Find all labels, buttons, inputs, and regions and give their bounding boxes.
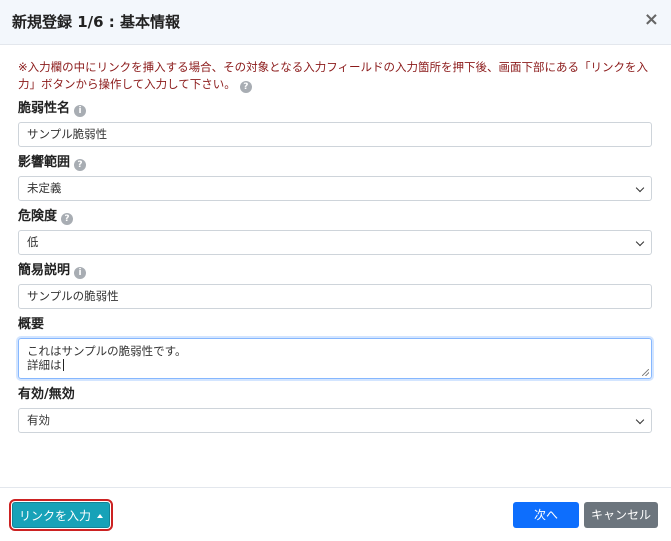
help-icon[interactable]: ? [239,81,252,93]
help-icon[interactable]: ? [61,213,74,225]
impact-label-text: 影響範囲 [18,155,71,170]
overview-group: 概要 これはサンプルの脆弱性です。 詳細は [18,317,652,379]
cancel-button[interactable]: キャンセル [584,502,658,528]
modal-header: 新規登録 1/6 : 基本情報 × [0,0,671,45]
insert-link-button[interactable]: リンクを入力 [9,499,113,531]
notice-text: ※入力欄の中にリンクを挿入する場合、その対象となる入力フィールドの入力箇所を押下… [18,60,649,91]
enabled-select[interactable]: 有効 [18,408,652,433]
text-cursor [62,359,64,371]
register-modal: 新規登録 1/6 : 基本情報 × ※入力欄の中にリンクを挿入する場合、その対象… [0,0,671,540]
enabled-group: 有効/無効 有効 [18,387,652,433]
overview-textarea[interactable]: これはサンプルの脆弱性です。 詳細は [18,338,652,379]
severity-label: 危険度? [18,209,652,225]
impact-group: 影響範囲? 未定義 [18,155,652,201]
next-button[interactable]: 次へ [513,502,579,528]
vuln-name-input[interactable]: サンプル脆弱性 [18,122,652,147]
vuln-name-label-text: 脆弱性名 [18,101,71,116]
summary-group: 簡易説明 i サンプルの脆弱性 [18,263,652,309]
insert-link-label: リンクを入力 [18,509,91,523]
info-icon[interactable]: i [74,267,87,279]
summary-input[interactable]: サンプルの脆弱性 [18,284,652,309]
info-icon[interactable]: i [74,105,87,117]
impact-label: 影響範囲? [18,155,652,171]
impact-select[interactable]: 未定義 [18,176,652,201]
summary-label: 簡易説明 i [18,263,652,279]
vuln-name-group: 脆弱性名 i サンプル脆弱性 [18,101,652,147]
severity-group: 危険度? 低 [18,209,652,255]
severity-label-text: 危険度 [18,209,58,224]
caret-up-icon [97,514,103,518]
modal-footer: リンクを入力 次へ キャンセル [0,487,671,541]
help-icon[interactable]: ? [74,159,87,171]
close-icon[interactable]: × [644,10,659,30]
overview-text: これはサンプルの脆弱性です。 詳細は [27,344,187,372]
resize-handle[interactable] [642,369,649,376]
severity-select[interactable]: 低 [18,230,652,255]
vuln-name-label: 脆弱性名 i [18,101,652,117]
modal-title: 新規登録 1/6 : 基本情報 [12,13,181,31]
link-insert-notice: ※入力欄の中にリンクを挿入する場合、その対象となる入力フィールドの入力箇所を押下… [18,59,652,93]
enabled-label: 有効/無効 [18,387,75,402]
overview-label: 概要 [18,317,45,332]
modal-body: ※入力欄の中にリンクを挿入する場合、その対象となる入力フィールドの入力箇所を押下… [0,45,671,433]
summary-label-text: 簡易説明 [18,263,71,278]
